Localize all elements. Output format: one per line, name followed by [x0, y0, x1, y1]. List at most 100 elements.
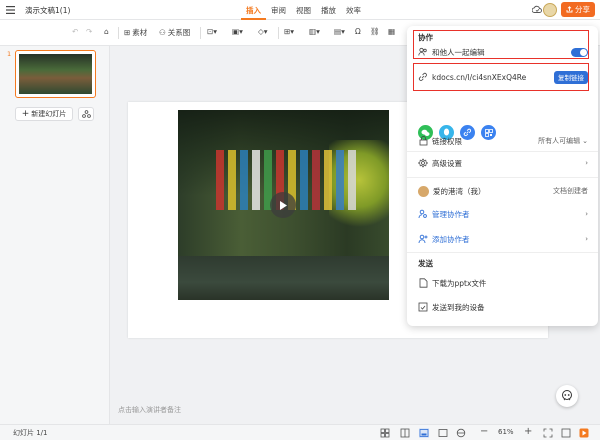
people-icon — [418, 47, 428, 57]
document-title[interactable]: 演示文稿1(1) — [25, 5, 70, 16]
flag-white — [252, 150, 260, 210]
tab-efficiency[interactable]: 效率 — [341, 0, 366, 20]
zoom-out-button[interactable]: − — [480, 426, 488, 437]
link-permission-row[interactable]: 链接权限 所有人可编辑 ⌄ — [418, 134, 588, 148]
user-avatar[interactable] — [543, 3, 557, 17]
assistant-icon — [562, 390, 572, 401]
table-button[interactable]: ⊞▾ — [284, 27, 294, 36]
slide-thumbnail-image — [19, 54, 92, 94]
symbol-icon: Ω — [355, 27, 361, 36]
material-icon: ⊞ — [124, 28, 131, 37]
flag-blue — [336, 150, 344, 210]
material-button[interactable]: ⊞ 素材 — [124, 27, 147, 38]
slide-layout-button[interactable] — [78, 107, 94, 121]
smartart-button[interactable]: ▤▾ — [334, 27, 345, 36]
manage-collaborators-row[interactable]: 管理协作者 › — [418, 207, 588, 221]
toolbar-divider — [200, 27, 201, 39]
owner-role: 文档创建者 — [553, 187, 588, 195]
manage-collaborators-label: 管理协作者 — [432, 209, 470, 219]
textbox-button[interactable]: ⊡▾ — [207, 27, 217, 36]
flag-red — [312, 150, 320, 210]
chart-button[interactable]: ▥▾ — [309, 27, 320, 36]
share-link-url[interactable]: kdocs.cn/l/ci4snXExQ4Re — [432, 73, 526, 82]
send-section-title: 发送 — [418, 259, 433, 268]
play-button[interactable] — [270, 192, 296, 218]
collaboration-panel: 协作 和他人一起编辑 kdocs.cn/l/ci4snXExQ4Re 复制链接 … — [407, 26, 598, 326]
tab-review[interactable]: 审阅 — [266, 0, 291, 20]
new-slide-button[interactable]: + 新建幻灯片 — [15, 107, 73, 121]
flag-yellow — [324, 150, 332, 210]
collab-edit-row[interactable]: 和他人一起编辑 — [418, 45, 588, 59]
chart-icon: ▥▾ — [309, 27, 320, 36]
link-button[interactable]: ⛓ — [370, 27, 380, 36]
format-painter-icon: ⌂ — [104, 27, 109, 36]
panel-divider — [407, 252, 598, 253]
manage-users-icon — [418, 209, 428, 219]
add-collaborator-row[interactable]: 添加协作者 › — [418, 232, 588, 246]
flag-blue — [300, 150, 308, 210]
slideshow-play-icon[interactable] — [579, 428, 589, 438]
send-to-device-label: 发送到我的设备 — [432, 302, 485, 312]
add-user-icon — [418, 234, 428, 244]
add-collaborator-label: 添加协作者 — [432, 234, 470, 244]
ribbon-tabs: 插入 审阅 视图 播放 效率 — [241, 0, 366, 20]
relation-diagram-icon: ⚇ — [159, 28, 166, 37]
media-button[interactable]: ▦ — [388, 27, 395, 36]
link-permission-label: 链接权限 — [432, 136, 462, 146]
ai-assistant-button[interactable] — [556, 385, 578, 407]
owner-row: 爱的港湾（我） 文档创建者 — [418, 184, 588, 198]
cloud-sync-icon[interactable] — [532, 5, 542, 14]
shape-icon: ◇▾ — [258, 27, 268, 36]
status-bar: 幻灯片 1/1 − 61% + — [0, 424, 600, 440]
tab-play[interactable]: 播放 — [316, 0, 341, 20]
undo-button[interactable]: ↶ — [72, 27, 78, 36]
flag-yellow — [228, 150, 236, 210]
owner-avatar — [418, 185, 429, 197]
download-pptx-row[interactable]: 下载为pptx文件 — [418, 276, 588, 290]
permission-select[interactable]: 所有人可编辑 ⌄ — [538, 136, 588, 146]
share-button[interactable]: 分享 — [561, 2, 595, 17]
symbol-button[interactable]: Ω — [355, 27, 361, 36]
format-painter-button[interactable]: ⌂ — [104, 27, 109, 36]
file-icon — [418, 278, 428, 288]
undo-icon: ↶ — [72, 27, 79, 36]
speaker-notes-placeholder[interactable]: 点击输入演讲者备注 — [118, 405, 181, 415]
shape-button[interactable]: ◇▾ — [258, 27, 268, 36]
title-bar: 演示文稿1(1) 插入 审阅 视图 播放 效率 分享 — [0, 0, 600, 20]
normal-view-icon[interactable] — [419, 428, 429, 438]
material-label: 素材 — [132, 28, 148, 37]
settings-icon — [418, 158, 428, 168]
advanced-settings-row[interactable]: 高级设置 › — [418, 156, 588, 170]
grid-view-icon[interactable] — [380, 428, 390, 438]
picture-button[interactable]: ▣▾ — [232, 27, 243, 36]
play-icon — [280, 200, 287, 210]
collab-edit-label: 和他人一起编辑 — [432, 47, 485, 57]
media-icon: ▦ — [388, 27, 396, 36]
send-to-device-row[interactable]: 发送到我的设备 — [418, 300, 588, 314]
relation-diagram-button[interactable]: ⚇ 关系图 — [159, 27, 190, 38]
send-device-icon — [418, 302, 428, 312]
zoom-level[interactable]: 61% — [498, 428, 514, 436]
redo-button[interactable]: ↷ — [86, 27, 92, 36]
permission-value: 所有人可编辑 — [538, 137, 581, 145]
new-slide-label: 新建幻灯片 — [31, 110, 67, 118]
permission-icon — [418, 136, 428, 146]
slide-thumbnail[interactable] — [15, 50, 96, 98]
video-object[interactable] — [178, 110, 389, 300]
web-view-icon[interactable] — [456, 428, 466, 438]
toolbar-divider — [118, 27, 119, 39]
tab-view[interactable]: 视图 — [291, 0, 316, 20]
tab-insert[interactable]: 插入 — [241, 0, 266, 20]
fit-window-icon[interactable] — [543, 428, 553, 438]
collab-toggle[interactable] — [571, 47, 588, 57]
fullscreen-icon[interactable] — [561, 428, 571, 438]
table-icon: ⊞▾ — [284, 27, 295, 36]
copy-link-button[interactable]: 复制链接 — [554, 70, 588, 84]
sorter-view-icon[interactable] — [400, 428, 410, 438]
picture-icon: ▣▾ — [232, 27, 243, 36]
menu-icon[interactable] — [6, 5, 15, 15]
zoom-in-button[interactable]: + — [524, 426, 532, 437]
slide-counter: 幻灯片 1/1 — [13, 429, 48, 437]
reading-view-icon[interactable] — [438, 428, 448, 438]
panel-divider — [407, 177, 598, 178]
